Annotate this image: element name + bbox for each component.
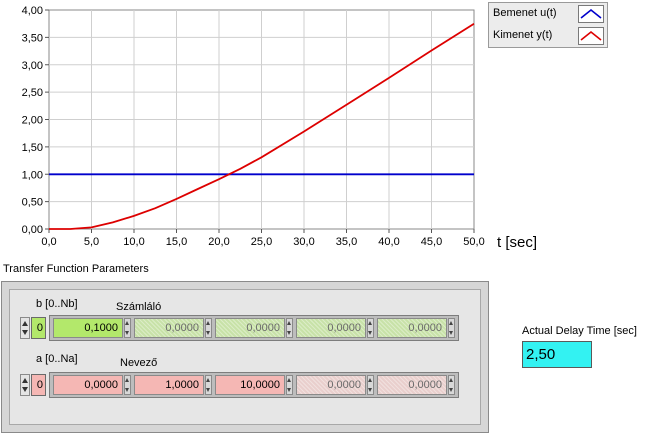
decrement-arrow-icon[interactable]: [22, 387, 28, 392]
decrement-arrow-icon[interactable]: [287, 331, 291, 335]
legend-label-input: Bemenet u(t): [493, 7, 557, 19]
y-tick-label: 4,00: [22, 5, 43, 17]
increment-arrow-icon[interactable]: [449, 321, 453, 325]
x-tick-label: 5,0: [84, 236, 99, 248]
tf-section-title: Transfer Function Parameters: [3, 263, 149, 275]
numerator-coef-3-stepper[interactable]: [367, 318, 374, 338]
x-tick-label: 35,0: [336, 236, 357, 248]
numerator-coef-0-stepper[interactable]: [124, 318, 131, 338]
decrement-arrow-icon[interactable]: [287, 388, 291, 392]
x-tick-label: 15,0: [166, 236, 187, 248]
numerator-index-field[interactable]: 0: [31, 317, 46, 339]
denominator-index-field[interactable]: 0: [31, 374, 46, 396]
increment-arrow-icon[interactable]: [449, 378, 453, 382]
denominator-index-label: a [0..Na]: [36, 353, 78, 365]
x-tick-label: 50,0: [463, 236, 484, 248]
numerator-coef-2[interactable]: 0,0000: [215, 318, 285, 338]
y-tick-label: 3,00: [22, 60, 43, 72]
legend-label-output: Kimenet y(t): [493, 29, 553, 41]
increment-arrow-icon[interactable]: [368, 321, 372, 325]
x-tick-label: 0,0: [41, 236, 56, 248]
plot-legend: Bemenet u(t) Kimenet y(t): [488, 2, 608, 48]
denominator-coef-1[interactable]: 1,0000: [134, 375, 204, 395]
decrement-arrow-icon[interactable]: [368, 388, 372, 392]
numerator-array: 0,1000 0,0000 0,0000 0,0000 0,0000: [49, 315, 459, 341]
numerator-index-stepper[interactable]: [20, 317, 30, 339]
denominator-coef-4[interactable]: 0,0000: [377, 375, 447, 395]
decrement-arrow-icon[interactable]: [206, 331, 210, 335]
line-icon: [580, 30, 602, 41]
x-axis-title: t [sec]: [497, 234, 537, 251]
y-tick-label: 2,00: [22, 115, 43, 127]
x-tick-label: 40,0: [378, 236, 399, 248]
increment-arrow-icon[interactable]: [368, 378, 372, 382]
decrement-arrow-icon[interactable]: [125, 331, 129, 335]
denominator-coef-0[interactable]: 0,0000: [53, 375, 123, 395]
legend-swatch-output[interactable]: [578, 27, 604, 45]
increment-arrow-icon[interactable]: [287, 378, 291, 382]
numerator-index-label: b [0..Nb]: [36, 298, 78, 310]
numerator-name-label: Számláló: [116, 301, 162, 313]
x-tick-label: 25,0: [251, 236, 272, 248]
increment-arrow-icon[interactable]: [287, 321, 291, 325]
swatch-line-input: [580, 8, 602, 19]
denominator-coef-2[interactable]: 10,0000: [215, 375, 285, 395]
decrement-arrow-icon[interactable]: [449, 388, 453, 392]
numerator-coef-1-stepper[interactable]: [205, 318, 212, 338]
y-tick-label: 3,50: [22, 32, 43, 44]
waveform-graph: 0,0 5,0 10,0 15,0 20,0 25,0 30,0 35,0 40,0 45,0 50…: [0, 0, 648, 262]
y-tick-label: 1,50: [22, 142, 43, 154]
numerator-coef-1[interactable]: 0,0000: [134, 318, 204, 338]
decrement-arrow-icon[interactable]: [368, 331, 372, 335]
x-tick-label: 20,0: [208, 236, 229, 248]
decrement-arrow-icon[interactable]: [125, 388, 129, 392]
increment-arrow-icon[interactable]: [125, 378, 129, 382]
legend-swatch-input[interactable]: [578, 5, 604, 23]
numerator-coef-3[interactable]: 0,0000: [296, 318, 366, 338]
line-icon: [580, 8, 602, 19]
swatch-line-output: [580, 30, 602, 41]
numerator-coef-0[interactable]: 0,1000: [53, 318, 123, 338]
tf-panel-inner: b [0..Nb] Számláló 0 0,1000 0,0000 0,0000 0…: [9, 289, 481, 425]
increment-arrow-icon[interactable]: [22, 321, 28, 326]
denominator-coef-4-stepper[interactable]: [448, 375, 455, 395]
legend-item-output: Kimenet y(t): [489, 25, 607, 47]
delay-time-label: Actual Delay Time [sec]: [522, 325, 637, 337]
delay-time-display: 2,50: [522, 341, 592, 368]
denominator-coef-2-stepper[interactable]: [286, 375, 293, 395]
y-tick-label: 2,50: [22, 87, 43, 99]
increment-arrow-icon[interactable]: [206, 378, 210, 382]
x-tick-label: 30,0: [293, 236, 314, 248]
y-tick-label: 0,00: [22, 224, 43, 236]
decrement-arrow-icon[interactable]: [22, 330, 28, 335]
legend-item-input: Bemenet u(t): [489, 3, 607, 25]
increment-arrow-icon[interactable]: [125, 321, 129, 325]
x-tick-label: 10,0: [123, 236, 144, 248]
numerator-coef-2-stepper[interactable]: [286, 318, 293, 338]
denominator-index-stepper[interactable]: [20, 374, 30, 396]
denominator-array: 0,0000 1,0000 10,0000 0,0000 0,0000: [49, 372, 459, 398]
increment-arrow-icon[interactable]: [22, 378, 28, 383]
increment-arrow-icon[interactable]: [206, 321, 210, 325]
x-tick-label: 45,0: [421, 236, 442, 248]
numerator-coef-4[interactable]: 0,0000: [377, 318, 447, 338]
numerator-coef-4-stepper[interactable]: [448, 318, 455, 338]
denominator-name-label: Nevező: [120, 357, 158, 369]
y-tick-label: 0,50: [22, 197, 43, 209]
denominator-coef-3[interactable]: 0,0000: [296, 375, 366, 395]
denominator-coef-1-stepper[interactable]: [205, 375, 212, 395]
denominator-coef-3-stepper[interactable]: [367, 375, 374, 395]
y-tick-label: 1,00: [22, 169, 43, 181]
tf-panel: b [0..Nb] Számláló 0 0,1000 0,0000 0,0000 0…: [1, 281, 489, 433]
decrement-arrow-icon[interactable]: [449, 331, 453, 335]
decrement-arrow-icon[interactable]: [206, 388, 210, 392]
denominator-coef-0-stepper[interactable]: [124, 375, 131, 395]
